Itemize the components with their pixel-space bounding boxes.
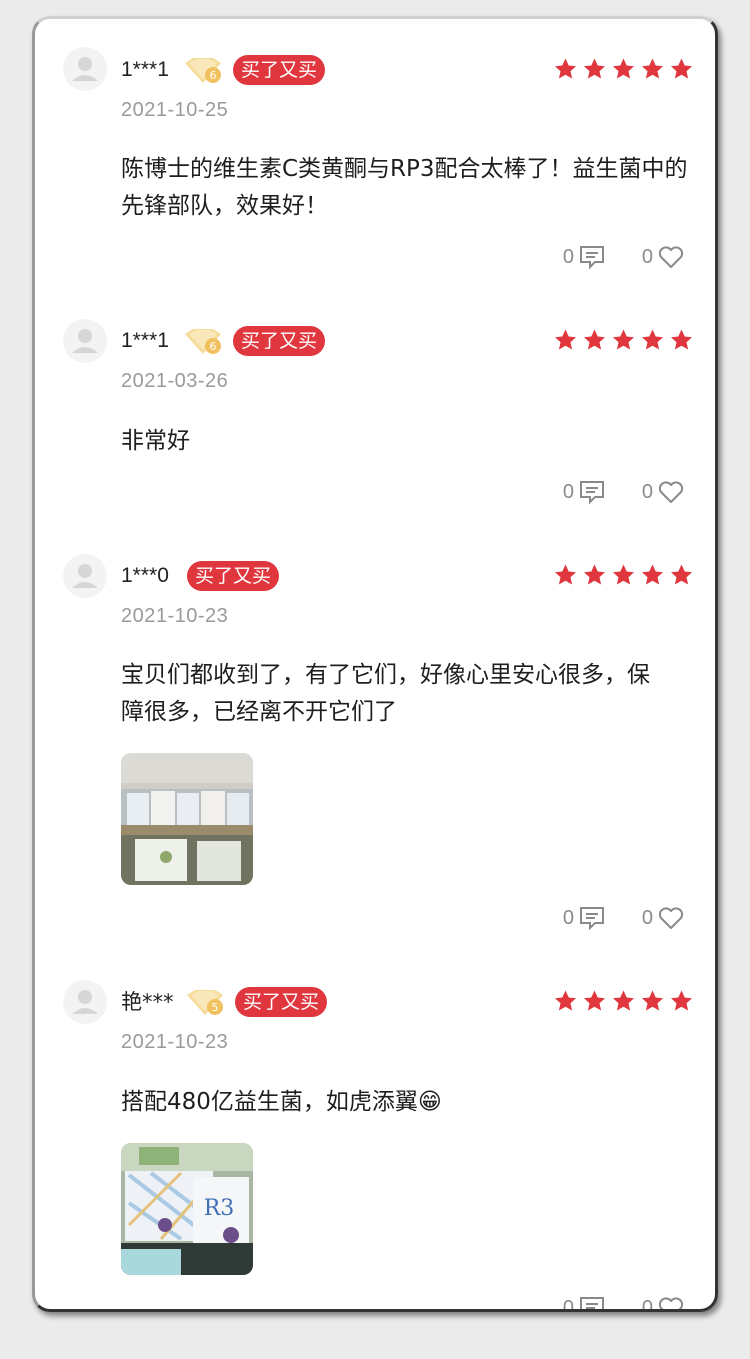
user-silhouette-icon [72,57,98,81]
like-count: 0 [641,480,653,503]
like-button[interactable]: 0 [639,479,685,505]
username: 艳*** [121,990,174,1014]
comment-count: 0 [562,906,574,929]
user-silhouette-icon [72,564,98,588]
comment-count: 0 [562,245,574,268]
star-icon [555,58,576,79]
username: 1***1 [121,329,169,352]
like-count: 0 [641,245,653,268]
user-silhouette-icon [72,990,98,1014]
heart-icon [658,1297,684,1309]
like-button[interactable]: 0 [639,905,685,931]
star-icon [613,990,634,1011]
star-icon [671,329,692,350]
review-actions: 0 0 [35,905,693,935]
comment-button[interactable]: 0 [560,1295,606,1312]
star-icon [642,564,663,585]
star-icon [584,564,605,585]
vip-level-number: 6 [210,69,217,82]
avatar[interactable] [63,554,107,598]
rating-stars [553,563,694,587]
comment-count: 0 [562,1296,574,1312]
repeat-buyer-badge: 买了又买 [235,987,328,1017]
star-icon [584,58,605,79]
star-icon [613,58,634,79]
vip-level-number: 6 [210,340,217,353]
svg-text:R3: R3 [204,1196,235,1221]
rating-stars [553,57,694,81]
star-icon [555,990,576,1011]
star-icon [642,329,663,350]
vip-level-number: 5 [212,1001,219,1014]
comment-button[interactable]: 0 [560,905,606,931]
review-date: 2021-10-23 [121,605,229,627]
repeat-buyer-badge: 买了又买 [233,326,326,356]
vip-level-icon: 6 [185,329,221,354]
review-photo[interactable] [121,753,253,885]
review-text: 非常好 [121,428,190,454]
review-date: 2021-10-25 [121,99,229,121]
repeat-buyer-badge: 买了又买 [233,55,326,85]
review-text: 陈博士的维生素C类黄酮与RP3配合太棒了！益生菌中的先锋部队，效果好！ [121,156,688,219]
star-icon [555,564,576,585]
heart-icon [658,907,684,929]
star-icon [613,329,634,350]
comment-button[interactable]: 0 [560,244,606,270]
like-count: 0 [641,906,653,929]
review-actions: 0 0 [35,479,693,509]
like-button[interactable]: 0 [639,244,685,270]
review-date: 2021-10-23 [121,1031,229,1053]
review-text: 搭配480亿益生菌，如虎添翼😁 [121,1089,442,1115]
comment-count: 0 [562,480,574,503]
comment-button[interactable]: 0 [560,479,606,505]
avatar[interactable] [63,980,107,1024]
review-photo[interactable]: R3 [121,1143,253,1275]
user-silhouette-icon [72,329,98,353]
star-icon [613,564,634,585]
product-shelf-photo [121,753,253,885]
comment-icon [580,907,604,931]
like-button[interactable]: 0 [639,1295,685,1312]
avatar[interactable] [63,319,107,363]
review-date: 2021-03-26 [121,370,229,392]
heart-icon [658,481,684,503]
star-icon [584,990,605,1011]
comment-icon [580,481,604,505]
username: 1***1 [121,58,169,81]
star-icon [555,329,576,350]
reviews-panel: 1***1 6 买了又买 2021-10-25 陈博士的维生素C类黄酮与RP3配… [32,16,718,1312]
star-icon [642,990,663,1011]
heart-icon [658,246,684,268]
review-text: 宝贝们都收到了，有了它们，好像心里安心很多，保障很多，已经离不开它们了 [121,662,650,725]
rating-stars [553,328,694,352]
star-icon [584,329,605,350]
rating-stars [553,989,694,1013]
vip-level-icon: 5 [187,990,223,1015]
repeat-buyer-badge: 买了又买 [187,561,280,591]
product-box-photo: R3 [121,1143,253,1275]
like-count: 0 [641,1296,653,1312]
star-icon [642,58,663,79]
username: 1***0 [121,564,169,587]
star-icon [671,58,692,79]
review-actions: 0 0 [35,1295,693,1312]
star-icon [671,564,692,585]
comment-icon [580,246,604,270]
review-actions: 0 0 [35,244,693,274]
star-icon [671,990,692,1011]
vip-level-icon: 6 [185,58,221,83]
avatar[interactable] [63,47,107,91]
comment-icon [580,1297,604,1309]
